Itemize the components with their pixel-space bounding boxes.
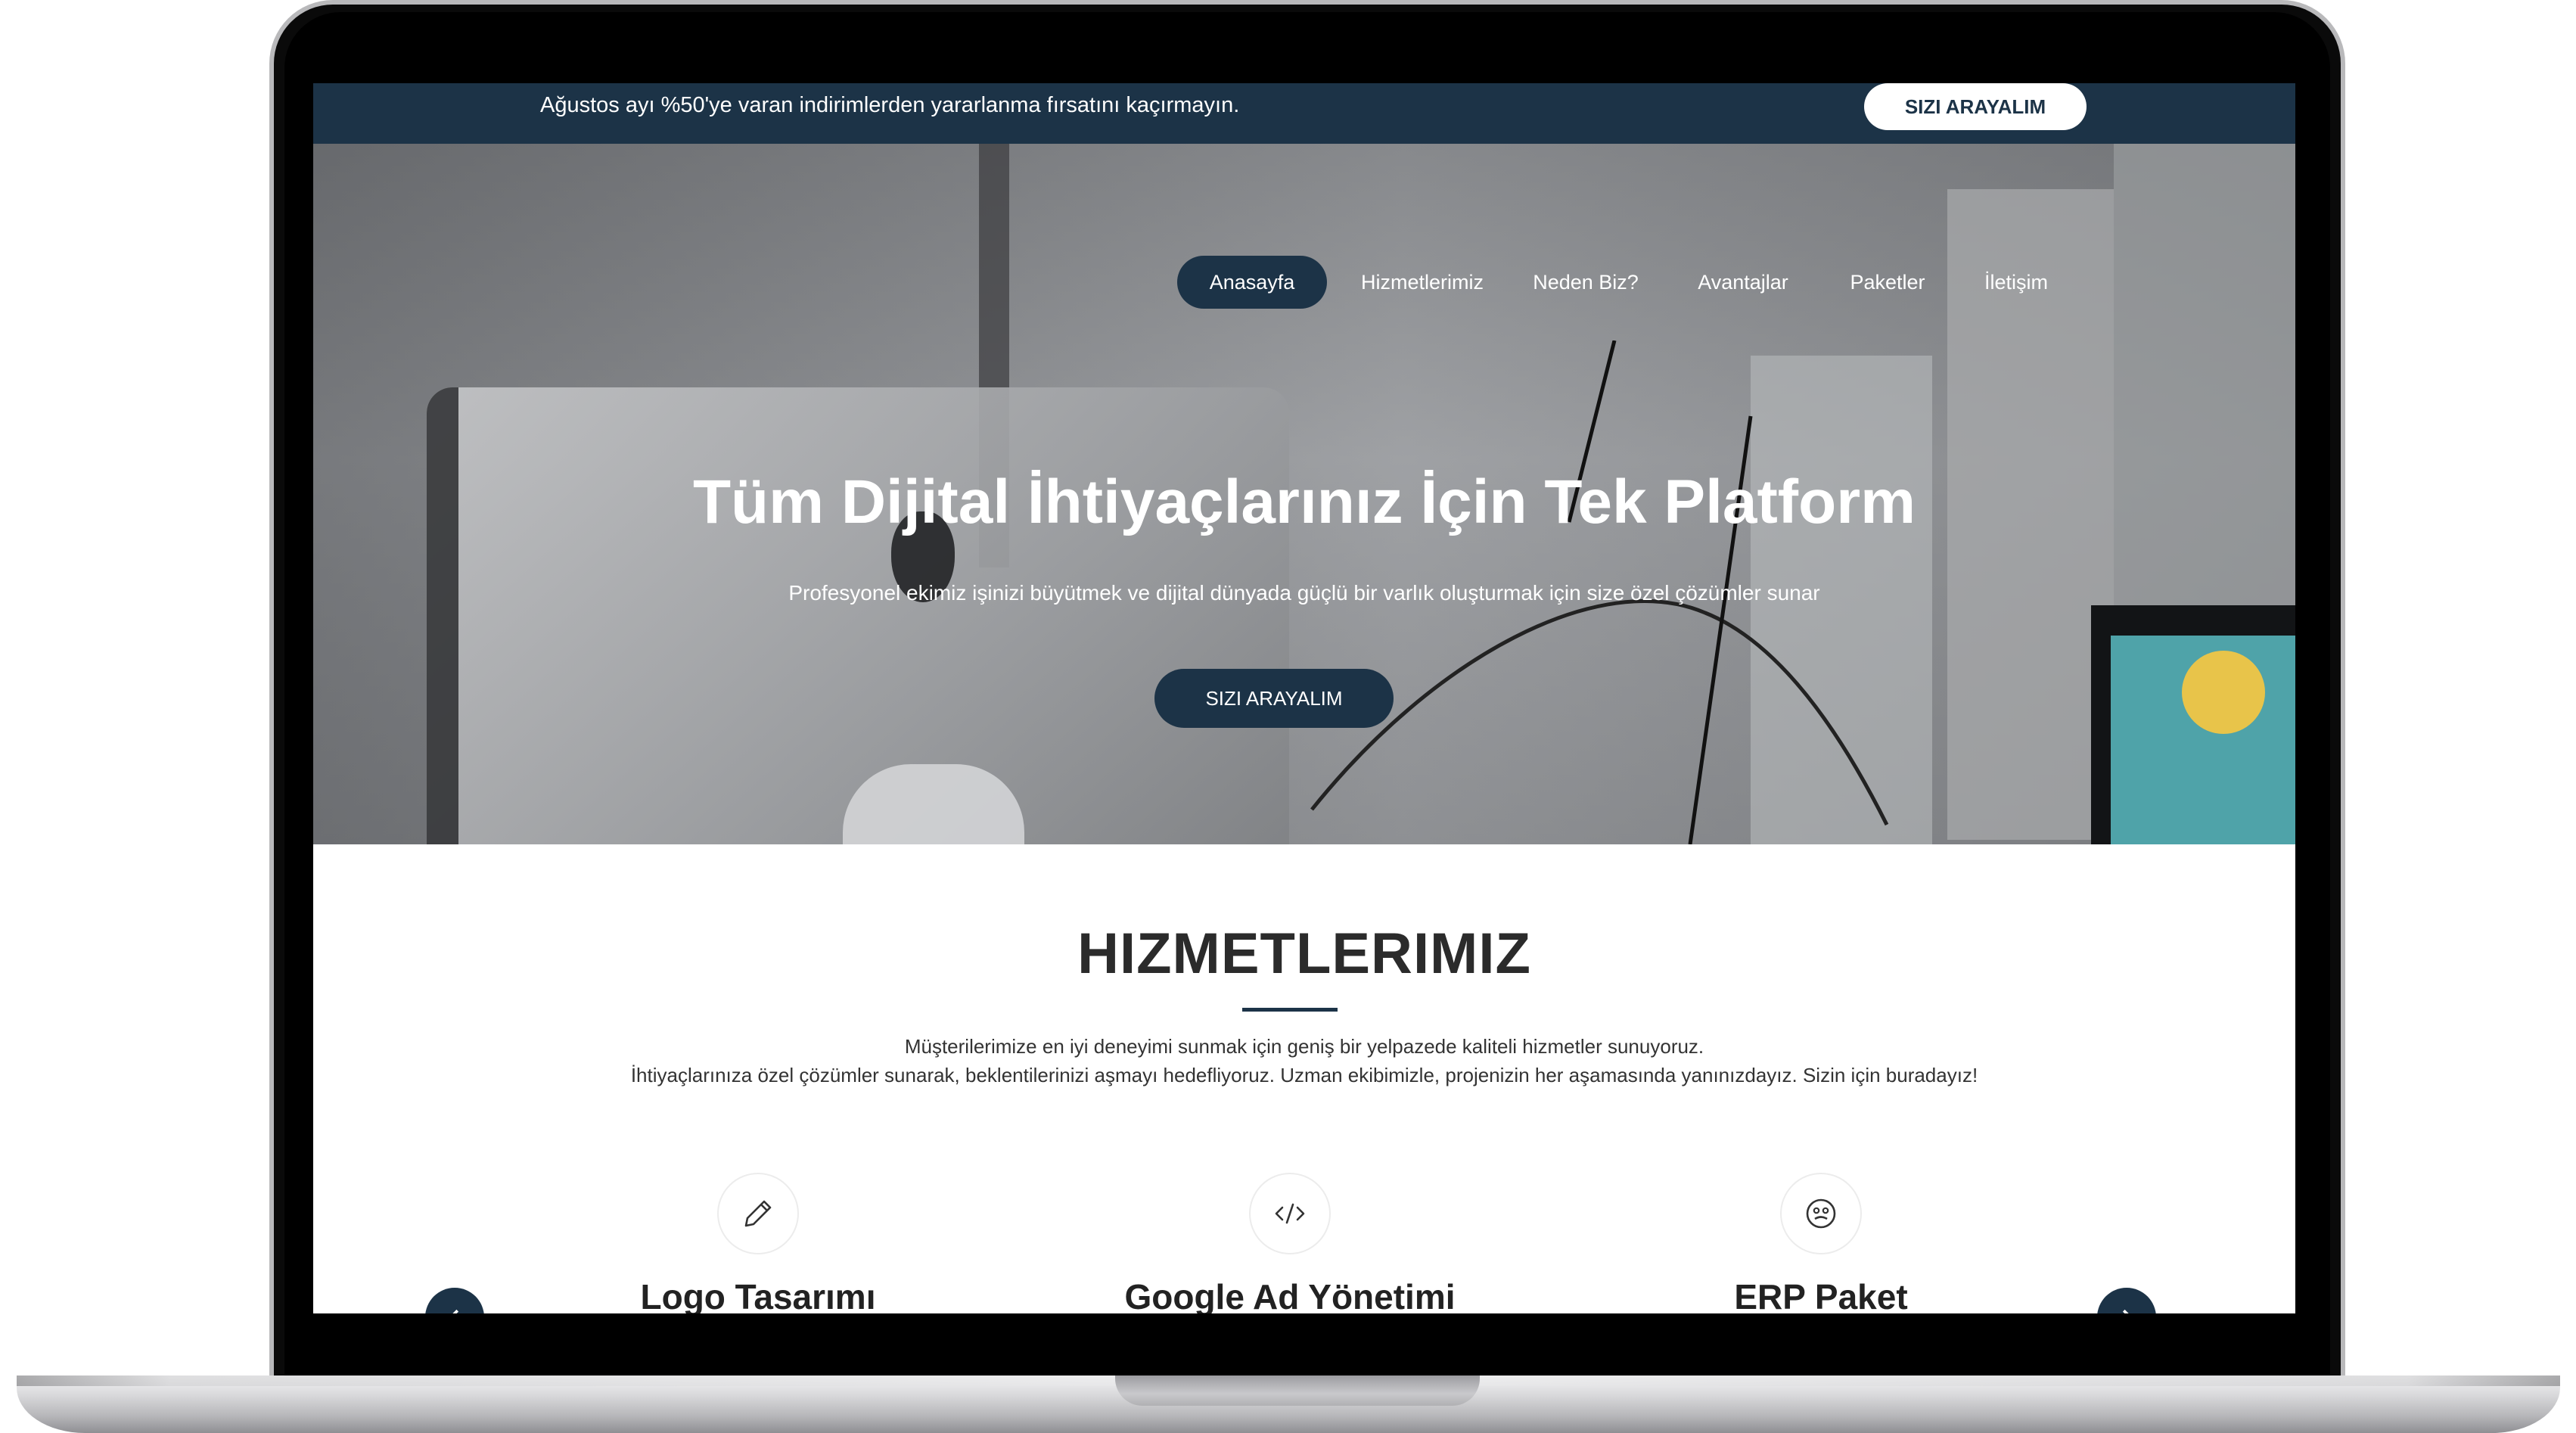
- promo-text: Ağustos ayı %50'ye varan indirimlerden y…: [540, 93, 1240, 117]
- chevron-right-icon: [2122, 1309, 2129, 1313]
- services-description-line2: İhtiyaçlarınıza özel çözümler sunarak, b…: [630, 1064, 1978, 1086]
- nav-item-neden-biz[interactable]: Neden Biz?: [1518, 256, 1654, 309]
- background-picture-sun: [2182, 651, 2265, 734]
- laptop-screen: Ağustos ayı %50'ye varan indirimlerden y…: [313, 83, 2295, 1313]
- nav-item-anasayfa[interactable]: Anasayfa: [1177, 256, 1327, 309]
- service-name-erp: ERP Paket: [1734, 1277, 1908, 1313]
- nav-item-avantajlar[interactable]: Avantajlar: [1675, 256, 1811, 309]
- service-card-icon-erp: [1780, 1173, 1862, 1254]
- service-name-google-ad: Google Ad Yönetimi: [1124, 1277, 1456, 1313]
- service-card-icon-google-ad: [1249, 1173, 1331, 1254]
- service-card-icon-logo: [717, 1173, 799, 1254]
- service-name-logo: Logo Tasarımı: [640, 1277, 876, 1313]
- chevron-left-icon: [452, 1309, 459, 1313]
- carousel-next-button[interactable]: [2097, 1288, 2156, 1313]
- face-icon: [1806, 1198, 1836, 1229]
- hero-title: Tüm Dijital İhtiyaçlarınız İçin Tek Plat…: [692, 468, 1916, 536]
- laptop-opening-notch: [1115, 1375, 1480, 1406]
- hero-section: Anasayfa Hizmetlerimiz Neden Biz? Avanta…: [313, 144, 2295, 844]
- nav-item-hizmetlerimiz[interactable]: Hizmetlerimiz: [1347, 256, 1498, 309]
- call-me-button-hero[interactable]: SIZI ARAYALIM: [1154, 669, 1394, 728]
- carousel-prev-button[interactable]: [425, 1288, 484, 1313]
- hero-subtitle: Profesyonel ekimiz işinizi büyütmek ve d…: [788, 581, 1820, 605]
- nav-item-paketler[interactable]: Paketler: [1831, 256, 1944, 309]
- services-description-line1: Müşterilerimize en iyi deneyimi sunmak i…: [904, 1035, 1704, 1058]
- services-title: HIZMETLERIMIZ: [1077, 922, 1531, 986]
- promo-bar: Ağustos ayı %50'ye varan indirimlerden y…: [313, 83, 2295, 144]
- background-monitor-edge: [427, 387, 458, 844]
- nav-item-iletisim[interactable]: İletişim: [1959, 256, 2073, 309]
- call-me-button-top[interactable]: SIZI ARAYALIM: [1864, 83, 2087, 130]
- code-icon: [1275, 1203, 1305, 1224]
- services-divider: [1242, 1008, 1338, 1012]
- background-monitor: [427, 387, 1289, 844]
- pencil-icon: [744, 1200, 772, 1227]
